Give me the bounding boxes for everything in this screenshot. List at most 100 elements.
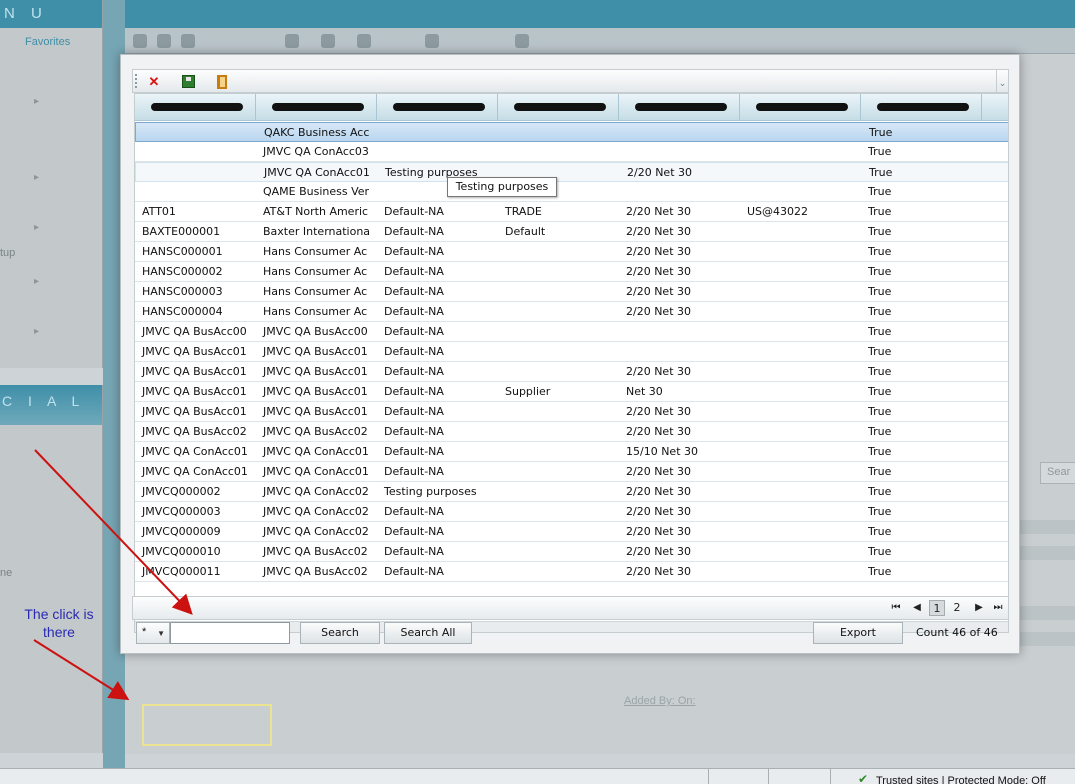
browser-status-bar: ✔ Trusted sites | Protected Mode: Off [0, 768, 1075, 784]
table-cell: US@43022 [747, 205, 809, 218]
table-cell [740, 402, 861, 422]
table-row[interactable]: HANSC000002 Hans Consumer Ac Default-NA 2/2… [135, 262, 1008, 282]
table-row[interactable]: JMVC QA ConAcc01 Testing purposes 2/20 Net… [135, 162, 1008, 182]
table-row[interactable]: JMVCQ000010 JMVC QA BusAcc02 Default-NA 2/2… [135, 542, 1008, 562]
column-header-7[interactable] [861, 94, 982, 121]
table-row[interactable]: JMVC QA BusAcc00 JMVC QA BusAcc00 Default-… [135, 322, 1008, 342]
table-cell: JMVC QA BusAcc02 [263, 565, 368, 578]
table-cell: Default-NA [384, 245, 444, 258]
redacted-header-text [756, 103, 848, 111]
table-cell: True [868, 305, 892, 318]
table-cell: Default-NA [384, 365, 444, 378]
table-row[interactable]: HANSC000004 Hans Consumer Ac Default-NA 2/2… [135, 302, 1008, 322]
column-header-5[interactable] [619, 94, 740, 121]
chevron-down-icon [181, 34, 195, 48]
previous-page-icon[interactable]: ◀ [909, 600, 925, 616]
search-input[interactable] [170, 622, 290, 644]
table-cell [740, 322, 861, 342]
table-cell [498, 522, 619, 542]
background-toolbar [125, 28, 1075, 54]
table-cell [619, 342, 740, 362]
table-cell: True [868, 145, 892, 158]
table-cell [498, 342, 619, 362]
toolbar-overflow-icon[interactable]: ⌄ [996, 70, 1008, 92]
table-row[interactable]: JMVC QA BusAcc01 JMVC QA BusAcc01 Default-… [135, 362, 1008, 382]
background-menu-title: N U [0, 0, 102, 28]
table-cell: JMVC QA ConAcc02 [263, 505, 369, 518]
pager-bar: ⏮ ◀ 1 2 ▶ ⏭ [132, 596, 1009, 620]
table-row[interactable]: JMVC QA BusAcc02 JMVC QA BusAcc02 Default-… [135, 422, 1008, 442]
search-bar: * ▼ Search Search All Export Count 46 of… [132, 620, 1009, 648]
table-cell [740, 262, 861, 282]
redacted-header-text [514, 103, 606, 111]
table-cell [740, 142, 861, 162]
table-cell [377, 142, 498, 162]
table-cell: True [868, 425, 892, 438]
redacted-header-text [272, 103, 364, 111]
table-cell: 2/20 Net 30 [626, 225, 692, 238]
table-cell [740, 502, 861, 522]
table-cell [741, 123, 862, 143]
table-cell: True [868, 225, 892, 238]
table-row[interactable]: JMVCQ000002 JMVC QA ConAcc02 Testing purpo… [135, 482, 1008, 502]
table-row[interactable]: JMVC QA ConAcc03 True [135, 142, 1008, 162]
table-cell: 2/20 Net 30 [627, 166, 693, 179]
table-cell: QAKC Business Acc [264, 126, 370, 139]
next-page-icon[interactable]: ▶ [971, 600, 987, 616]
table-cell [498, 422, 619, 442]
table-cell: 2/20 Net 30 [626, 305, 692, 318]
table-row[interactable]: JMVCQ000003 JMVC QA ConAcc02 Default-NA 2/2… [135, 502, 1008, 522]
table-cell [740, 562, 861, 582]
column-header-2[interactable] [256, 94, 377, 121]
page-2-button[interactable]: 2 [949, 600, 965, 616]
table-row[interactable]: JMVC QA ConAcc01 JMVC QA ConAcc01 Default-… [135, 442, 1008, 462]
record-count: Count 46 of 46 [916, 626, 998, 639]
page-1-button[interactable]: 1 [929, 600, 945, 616]
column-header-6[interactable] [740, 94, 861, 121]
table-cell [740, 482, 861, 502]
table-cell: JMVC QA BusAcc02 [263, 545, 368, 558]
table-cell: 2/20 Net 30 [626, 465, 692, 478]
table-cell: AT&T North Americ [263, 205, 369, 218]
table-row[interactable]: JMVC QA ConAcc01 JMVC QA ConAcc01 Default-… [135, 462, 1008, 482]
table-cell: 2/20 Net 30 [626, 565, 692, 578]
table-cell [619, 182, 740, 202]
table-cell: True [868, 485, 892, 498]
table-row[interactable]: JMVC QA BusAcc01 JMVC QA BusAcc01 Default-… [135, 342, 1008, 362]
save-icon[interactable] [179, 73, 197, 91]
table-row[interactable]: QAKC Business Acc True [135, 122, 1008, 143]
table-cell [620, 123, 741, 143]
table-cell [740, 242, 861, 262]
table-cell [498, 442, 619, 462]
table-cell: JMVC QA ConAcc01 [263, 465, 369, 478]
export-button[interactable]: Export [813, 622, 903, 644]
column-header-1[interactable] [135, 94, 256, 121]
table-cell: JMVC QA ConAcc03 [263, 145, 369, 158]
table-cell [378, 123, 499, 143]
table-row[interactable]: QAME Business Ver True [135, 182, 1008, 202]
exit-icon[interactable] [213, 73, 231, 91]
table-row[interactable]: JMVC QA BusAcc01 JMVC QA BusAcc01 Default-… [135, 402, 1008, 422]
table-cell: 2/20 Net 30 [626, 285, 692, 298]
table-row[interactable]: JMVC QA BusAcc01 JMVC QA BusAcc01 Default-… [135, 382, 1008, 402]
table-row[interactable]: BAXTE000001 Baxter Internationa Default-NA… [135, 222, 1008, 242]
operator-select[interactable]: * ▼ [136, 622, 170, 644]
column-header-4[interactable] [498, 94, 619, 121]
last-page-icon[interactable]: ⏭ [990, 600, 1006, 616]
first-page-icon[interactable]: ⏮ [888, 600, 904, 616]
search-all-button[interactable]: Search All [384, 622, 472, 644]
table-row[interactable]: HANSC000003 Hans Consumer Ac Default-NA 2/2… [135, 282, 1008, 302]
table-row[interactable]: ATT01 AT&T North Americ Default-NA TRADE 2/2… [135, 202, 1008, 222]
table-cell: 2/20 Net 30 [626, 405, 692, 418]
cell-tooltip: Testing purposes [447, 177, 557, 197]
table-row[interactable]: HANSC000001 Hans Consumer Ac Default-NA 2/2… [135, 242, 1008, 262]
table-row[interactable]: JMVCQ000011 JMVC QA BusAcc02 Default-NA 2/2… [135, 562, 1008, 582]
delete-icon[interactable]: ✕ [145, 73, 163, 91]
search-button[interactable]: Search [300, 622, 380, 644]
chevron-right-icon: ▸ [34, 172, 40, 183]
table-cell [740, 302, 861, 322]
table-row[interactable]: JMVCQ000009 JMVC QA ConAcc02 Default-NA 2/2… [135, 522, 1008, 542]
table-cell: Default-NA [384, 225, 444, 238]
toolbar-grip[interactable] [135, 74, 137, 88]
column-header-3[interactable] [377, 94, 498, 121]
